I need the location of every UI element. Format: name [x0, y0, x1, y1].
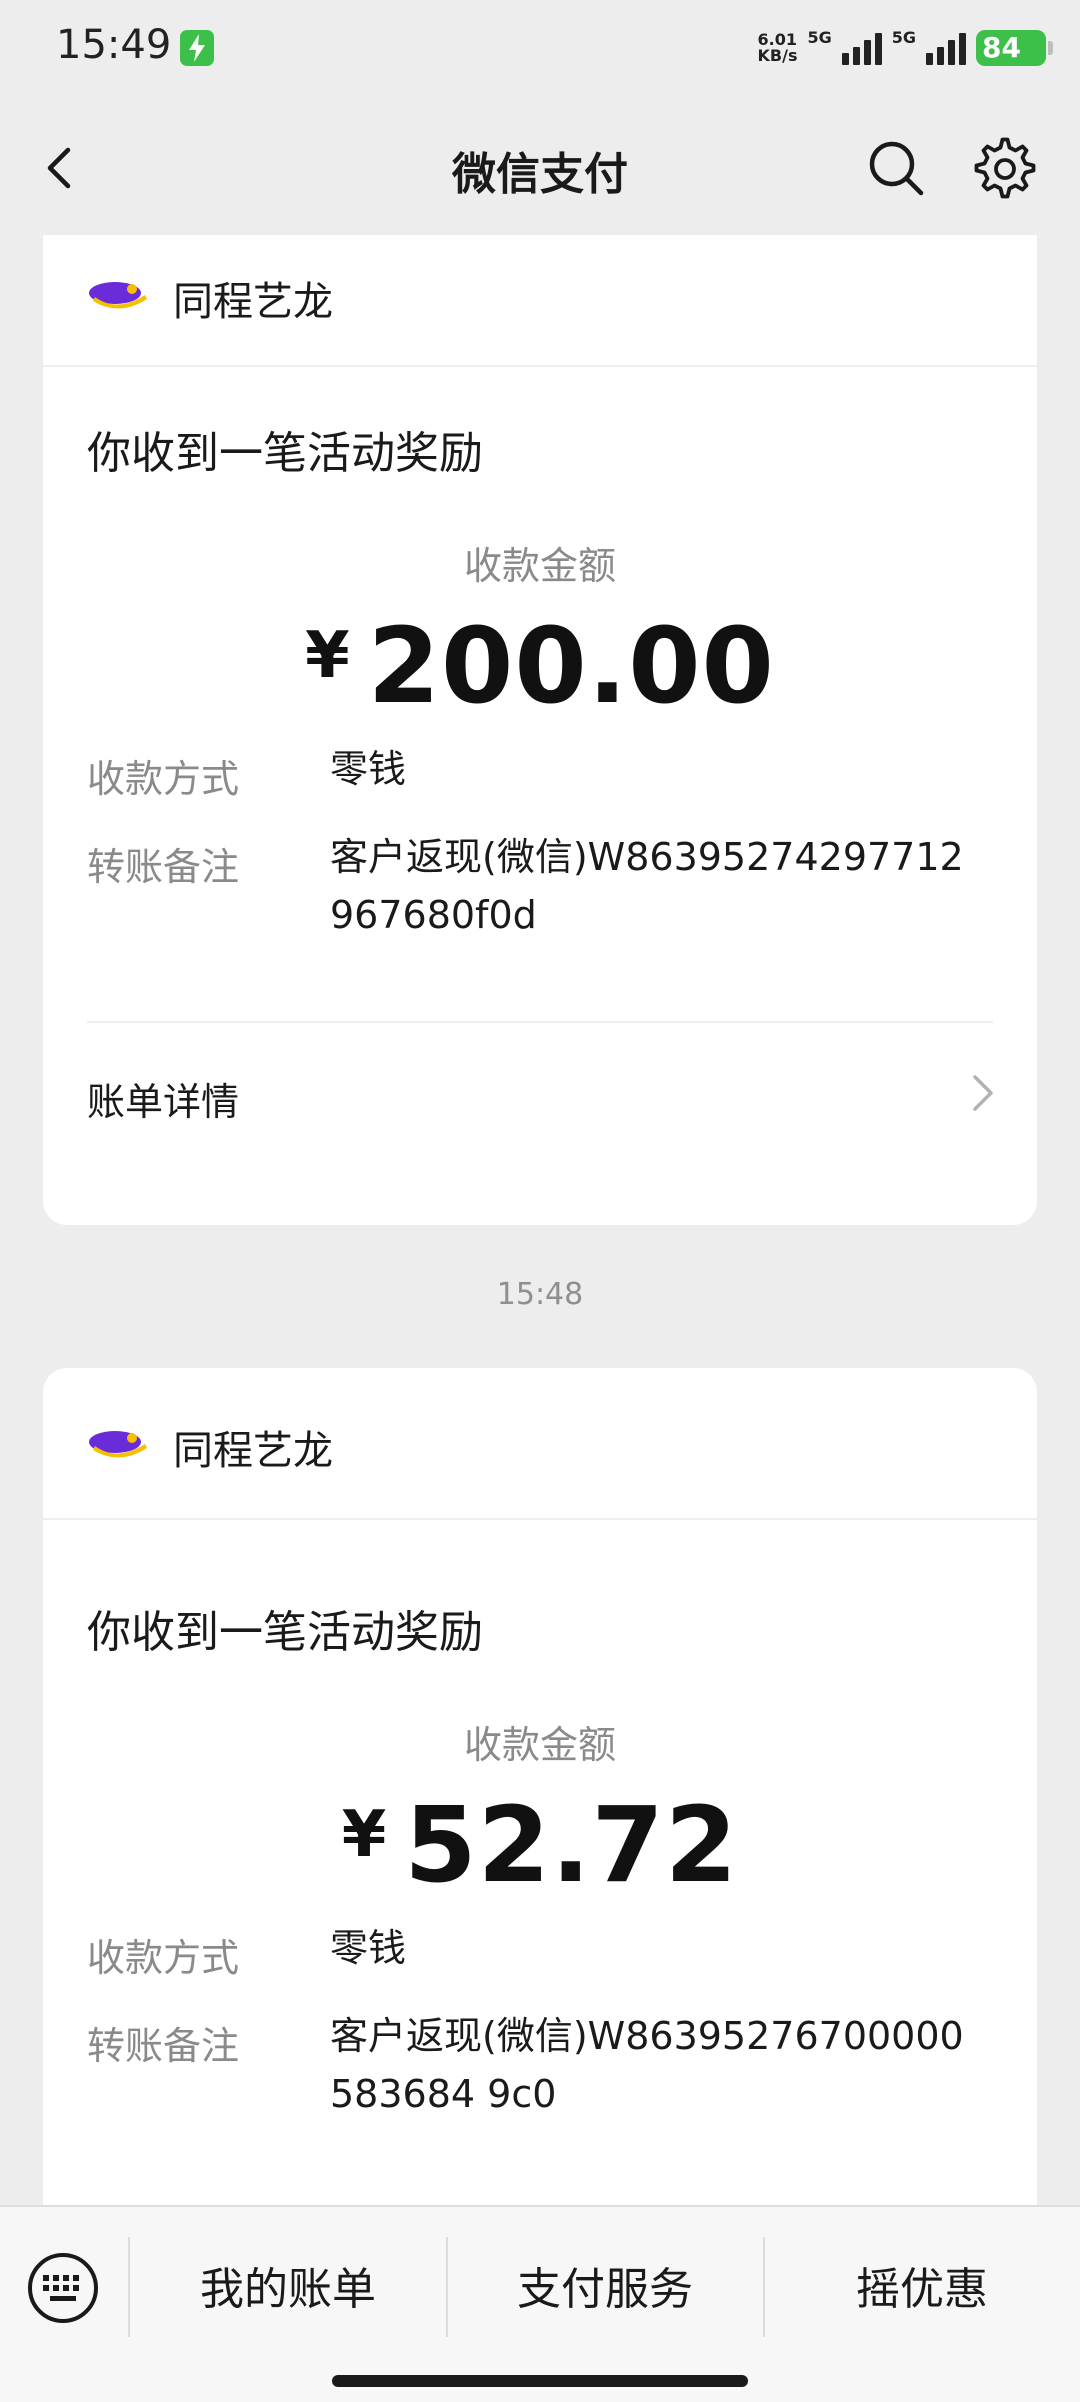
amount-display: ¥52.72 [43, 1784, 1037, 1906]
note-label: 转账备注 [87, 2024, 240, 2068]
merchant-logo-icon [89, 282, 147, 309]
signal-bars-icon [926, 31, 966, 65]
message-list[interactable]: 同程艺龙 你收到一笔活动奖励 收款金额 ¥200.00 收款方式 零钱 转账备注… [0, 235, 1080, 2205]
sim1-network-type: 5G [807, 28, 832, 47]
card-header: 同程艺龙 [43, 235, 1037, 367]
method-value: 零钱 [330, 1926, 407, 1970]
card-header: 同程艺龙 [43, 1368, 1037, 1520]
keyboard-icon[interactable] [26, 2251, 100, 2325]
amount-label: 收款金额 [463, 544, 616, 588]
method-label: 收款方式 [87, 757, 240, 801]
amount-display: ¥200.00 [43, 605, 1037, 727]
message-title: 你收到一笔活动奖励 [87, 428, 483, 479]
currency-symbol: ¥ [341, 1798, 387, 1872]
amount-label: 收款金额 [463, 1723, 616, 1767]
menu-shake-offers[interactable]: 摇优惠 [772, 2253, 1072, 2317]
menu-divider [128, 2237, 130, 2337]
message-timestamp: 15:48 [496, 1277, 584, 1312]
note-value: 客户返现(微信)W86395274297712967680f0d [330, 835, 964, 937]
note-label: 转账备注 [87, 845, 240, 889]
method-value: 零钱 [330, 747, 407, 791]
menu-my-bills[interactable]: 我的账单 [138, 2253, 438, 2317]
menu-divider [446, 2237, 448, 2337]
note-value: 客户返现(微信)W86395276700000583684 9c0 [330, 2014, 964, 2116]
merchant-logo-icon [89, 1431, 147, 1458]
signal-bars-icon [841, 31, 882, 65]
status-bar: 15:49 6.01 KB/s 5G 5G 84 [0, 0, 1080, 100]
amount-value: 52.72 [404, 1784, 739, 1906]
status-time: 15:49 [56, 22, 172, 68]
home-indicator[interactable] [332, 2375, 748, 2387]
charging-icon [180, 30, 214, 66]
bottom-menu-bar: 我的账单 支付服务 摇优惠 [0, 2205, 1080, 2402]
method-label: 收款方式 [87, 1936, 240, 1980]
merchant-name: 同程艺龙 [173, 279, 333, 325]
message-title: 你收到一笔活动奖励 [87, 1607, 483, 1658]
payment-message-card[interactable]: 同程艺龙 你收到一笔活动奖励 收款金额 ¥52.72 收款方式 零钱 转账备注 … [43, 1368, 1037, 2205]
chevron-right-icon[interactable] [967, 1071, 997, 1115]
bill-detail-link[interactable]: 账单详情 [87, 1071, 239, 1126]
search-icon[interactable] [864, 136, 928, 200]
merchant-name: 同程艺龙 [173, 1428, 333, 1474]
amount-value: 200.00 [367, 605, 775, 727]
network-speed: 6.01 KB/s [757, 30, 798, 65]
sim2-network-type: 5G [891, 28, 916, 47]
status-indicators: 6.01 KB/s 5G 5G 84 [757, 26, 1053, 70]
menu-payment-services[interactable]: 支付服务 [455, 2253, 755, 2317]
settings-gear-icon[interactable] [972, 136, 1038, 202]
battery-icon: 84 [976, 30, 1053, 66]
currency-symbol: ¥ [305, 619, 350, 693]
divider [87, 1021, 993, 1023]
nav-bar: 微信支付 [0, 100, 1080, 235]
menu-divider [763, 2237, 765, 2337]
payment-message-card[interactable]: 同程艺龙 你收到一笔活动奖励 收款金额 ¥200.00 收款方式 零钱 转账备注… [43, 235, 1037, 1225]
